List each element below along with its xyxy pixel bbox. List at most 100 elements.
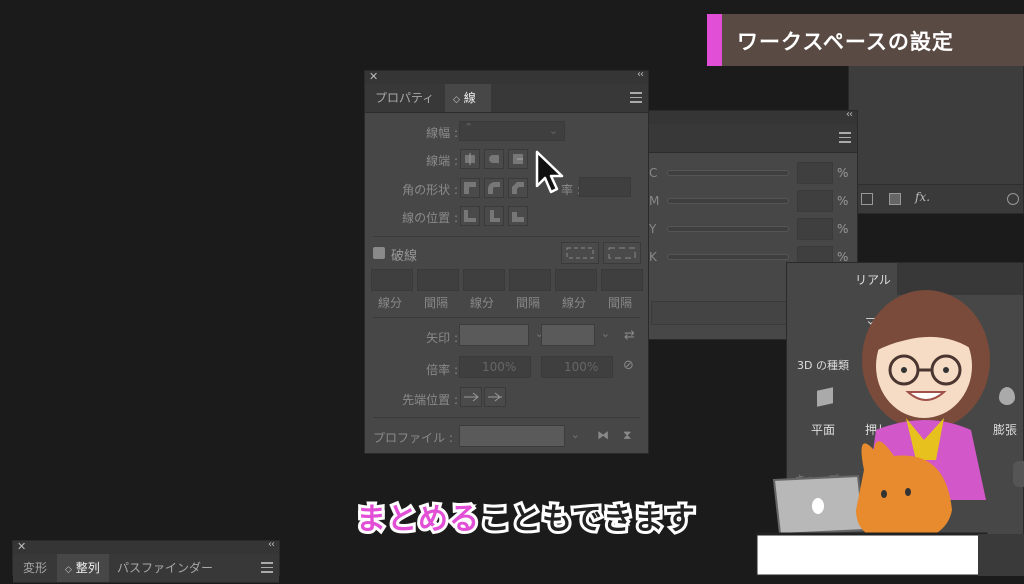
close-icon[interactable]: ✕ — [17, 540, 26, 553]
tab-stroke[interactable]: ◇ 線 — [445, 84, 491, 112]
scale-end-value: 100% — [564, 360, 599, 374]
tip-beyond-icon[interactable] — [460, 387, 482, 407]
dash-align-icon[interactable] — [603, 242, 641, 264]
round-join-icon[interactable] — [484, 178, 504, 198]
prohibit-icon[interactable] — [1007, 193, 1019, 205]
dash-field-1[interactable] — [371, 269, 413, 291]
banner-title: ワークスペースの設定 — [737, 30, 954, 54]
fx-icon[interactable]: fx. — [915, 190, 930, 204]
square-icon[interactable] — [861, 193, 873, 205]
profile-label: プロファイル : — [373, 431, 453, 445]
flip-horizontal-icon[interactable]: ⧓ — [597, 428, 609, 442]
title-banner: ワークスペースの設定 — [707, 14, 1024, 66]
stroke-panel-titlebar[interactable]: ✕ ‹‹ — [365, 69, 648, 84]
presenter-illustration — [756, 290, 1024, 576]
chevron-down-icon: ⌄ — [600, 327, 610, 340]
align-outside-icon[interactable] — [508, 206, 528, 226]
gap-field-2[interactable] — [509, 269, 551, 291]
channel-y-label: Y — [649, 222, 657, 236]
gap-field-3[interactable] — [601, 269, 643, 291]
channel-c-label: C — [649, 166, 658, 180]
stepper-icon[interactable]: ⌃ — [464, 121, 473, 134]
appearance-footer: fx. — [849, 184, 1023, 213]
butt-cap-icon[interactable] — [460, 149, 480, 169]
square-filled-icon[interactable] — [889, 193, 901, 205]
divider — [373, 317, 640, 318]
stroke-panel-tabrow: プロパティ ◇ 線 — [365, 84, 648, 113]
weight-input[interactable]: ⌃ ⌄ — [459, 121, 565, 141]
panel-menu-icon[interactable] — [261, 562, 273, 576]
dash-label: 線分 — [562, 296, 587, 310]
limit-input[interactable] — [579, 177, 631, 197]
dashed-label: 破線 — [391, 249, 418, 264]
cap-label: 線端 : — [426, 154, 458, 168]
channel-k-label: K — [649, 250, 657, 264]
channel-m-input[interactable] — [797, 190, 833, 212]
tab-align[interactable]: ◇ 整列 — [57, 554, 109, 582]
tab-stroke-label: 線 — [463, 91, 476, 105]
arrow-start-select[interactable]: ⌄ — [459, 324, 544, 346]
collapse-icon[interactable]: ‹‹ — [268, 539, 275, 550]
collapse-icon[interactable]: ‹‹ — [637, 69, 644, 80]
tab-transform[interactable]: 変形 — [15, 554, 55, 582]
round-cap-icon[interactable] — [484, 149, 504, 169]
align-label: 線の位置 : — [402, 211, 458, 225]
scale-start-input[interactable]: 100% — [459, 356, 531, 378]
channel-y-input[interactable] — [797, 218, 833, 240]
panel-menu-icon[interactable] — [839, 132, 851, 146]
banner-accent — [707, 14, 722, 66]
color-panel-tabrow — [641, 124, 857, 153]
tab-properties[interactable]: プロパティ — [367, 84, 442, 112]
swap-arrows-icon[interactable]: ⇄ — [624, 328, 635, 343]
projecting-cap-icon[interactable] — [508, 149, 528, 169]
channel-c-slider[interactable] — [667, 170, 789, 176]
dash-label: 線分 — [470, 296, 495, 310]
unlink-icon[interactable]: ⊘ — [623, 358, 634, 373]
align-panel: ✕ ‹‹ 変形 ◇ 整列 パスファインダー — [12, 539, 280, 583]
bevel-join-icon[interactable] — [508, 178, 528, 198]
divider — [373, 417, 640, 418]
channel-m-slider[interactable] — [667, 198, 789, 204]
align-center-icon[interactable] — [460, 206, 480, 226]
weight-label: 線幅 : — [426, 126, 458, 140]
arrow-end-select[interactable]: ⌄ — [541, 324, 610, 346]
profile-select[interactable]: ⌄ — [459, 425, 580, 447]
channel-y-unit: % — [837, 222, 849, 236]
align-panel-tabrow: 変形 ◇ 整列 パスファインダー — [13, 554, 279, 583]
tab-stroke-prefix: ◇ — [453, 95, 460, 105]
tab-align-label: 整列 — [75, 561, 100, 575]
dash-label: 線分 — [378, 296, 403, 310]
scale-end-input[interactable]: 100% — [541, 356, 613, 378]
tip-label: 先端位置 : — [402, 393, 458, 407]
dash-field-3[interactable] — [555, 269, 597, 291]
miter-join-icon[interactable] — [460, 178, 480, 198]
flip-vertical-icon[interactable]: ⧗ — [623, 428, 631, 443]
collapse-icon[interactable]: ‹‹ — [846, 109, 853, 120]
color-panel-titlebar[interactable]: ‹‹ — [641, 109, 857, 124]
dash-preserve-icon[interactable] — [561, 242, 599, 264]
align-panel-titlebar[interactable]: ✕ ‹‹ — [13, 539, 279, 554]
dashed-checkbox[interactable] — [373, 247, 385, 259]
channel-k-slider[interactable] — [667, 254, 789, 260]
appearance-panel: fx. — [848, 62, 1024, 214]
corner-label: 角の形状 : — [402, 183, 458, 197]
stroke-panel: ✕ ‹‹ プロパティ ◇ 線 線幅 : ⌃ ⌄ 線端 : 角の形状 : 率 : … — [364, 69, 649, 454]
channel-m-unit: % — [837, 194, 849, 208]
dash-field-2[interactable] — [463, 269, 505, 291]
close-icon[interactable]: ✕ — [369, 70, 378, 83]
tab-pathfinder[interactable]: パスファインダー — [109, 554, 221, 582]
gap-field-1[interactable] — [417, 269, 459, 291]
panel-menu-icon[interactable] — [630, 92, 642, 106]
tip-at-end-icon[interactable] — [484, 387, 506, 407]
align-inside-icon[interactable] — [484, 206, 504, 226]
chevron-down-icon[interactable]: ⌄ — [549, 124, 558, 137]
channel-c-unit: % — [837, 166, 849, 180]
arrow-label: 矢印 : — [426, 331, 458, 345]
caption-rest: こともできます — [477, 499, 698, 540]
scale-label: 倍率 : — [426, 363, 458, 377]
channel-y-slider[interactable] — [667, 226, 789, 232]
gap-label: 間隔 — [516, 296, 541, 310]
channel-c-input[interactable] — [797, 162, 833, 184]
caption: まとめることもできます — [353, 494, 698, 540]
scale-start-value: 100% — [482, 360, 517, 374]
